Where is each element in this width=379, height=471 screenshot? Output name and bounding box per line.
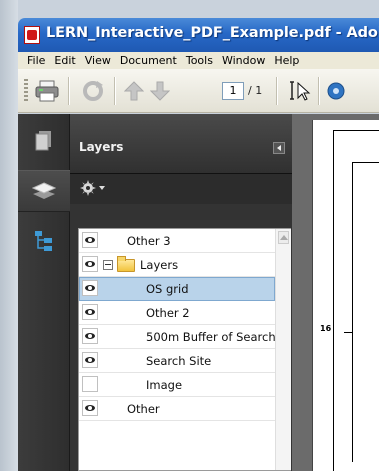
select-cursor-icon[interactable]	[288, 79, 312, 103]
layer-label: OS grid	[146, 282, 189, 296]
grid-tick-label: 16	[320, 324, 332, 333]
toolbar-separator	[276, 77, 278, 105]
toolbar-separator	[68, 77, 70, 105]
layer-row[interactable]: 500m Buffer of Search	[79, 325, 276, 349]
layer-row[interactable]: Other	[79, 397, 275, 421]
layer-label: Other 3	[127, 234, 171, 248]
options-row	[70, 174, 292, 204]
refresh-icon[interactable]	[80, 79, 106, 103]
title-bar[interactable]: LERN_Interactive_PDF_Example.pdf - Adobe…	[18, 18, 379, 52]
visibility-toggle[interactable]	[82, 304, 98, 320]
layers-panel: Layers Other 3 Layers OS grid Other 2 50…	[70, 114, 292, 471]
acrobat-window: LERN_Interactive_PDF_Example.pdf - Adobe…	[18, 18, 379, 471]
layer-label: Search Site	[146, 354, 212, 368]
menu-view[interactable]: View	[82, 54, 117, 67]
layer-label: Layers	[140, 258, 179, 272]
pages-icon	[35, 131, 51, 151]
toolbar-grip[interactable]	[24, 79, 28, 103]
layers-panel-header: Layers	[70, 114, 292, 174]
layer-group-row[interactable]: Layers	[79, 253, 275, 277]
gear-icon[interactable]	[80, 180, 96, 196]
tree-nav-button[interactable]	[18, 220, 70, 262]
visibility-toggle[interactable]	[82, 376, 98, 392]
layer-row[interactable]: Other 2	[79, 301, 275, 325]
navigation-rail	[18, 114, 70, 471]
eye-icon	[85, 309, 95, 315]
up-arrow-icon[interactable]	[124, 80, 144, 102]
layer-row-selected[interactable]: OS grid	[79, 277, 275, 301]
printer-icon[interactable]	[34, 79, 60, 103]
layer-row[interactable]: Image	[79, 373, 275, 397]
menu-window[interactable]: Window	[219, 54, 271, 67]
window-title: LERN_Interactive_PDF_Example.pdf - Adobe…	[46, 25, 379, 41]
layer-row[interactable]: Search Site	[79, 349, 275, 373]
visibility-toggle[interactable]	[82, 400, 98, 416]
page-number-input[interactable]: 1	[222, 82, 244, 100]
eye-icon	[85, 237, 95, 243]
layer-label: Image	[146, 378, 183, 392]
folder-icon	[117, 256, 135, 272]
down-arrow-icon[interactable]	[150, 80, 170, 102]
layer-row[interactable]: Other 3	[79, 229, 275, 253]
layer-label: 500m Buffer of Search	[146, 330, 276, 344]
visibility-toggle[interactable]	[82, 280, 98, 296]
pdf-page: 16	[312, 120, 379, 471]
eye-icon	[85, 405, 95, 411]
visibility-toggle[interactable]	[82, 328, 98, 344]
visibility-toggle[interactable]	[82, 256, 98, 272]
pdf-icon	[24, 26, 40, 44]
collapse-panel-button[interactable]	[273, 142, 285, 154]
visibility-toggle[interactable]	[82, 232, 98, 248]
eye-icon	[85, 333, 95, 339]
menu-document[interactable]: Document	[117, 54, 183, 67]
layers-list: Other 3 Layers OS grid Other 2 500m Buff…	[78, 228, 291, 471]
options-dropdown-icon[interactable]	[99, 186, 105, 190]
desktop-edge	[0, 0, 18, 471]
pages-nav-button[interactable]	[18, 122, 70, 164]
eye-icon	[85, 357, 95, 363]
grid-tick	[344, 332, 352, 333]
map-frame-inner	[352, 162, 379, 462]
visibility-toggle[interactable]	[82, 352, 98, 368]
layer-label: Other	[127, 402, 160, 416]
tree-icon	[35, 231, 52, 251]
panel-title: Layers	[79, 140, 124, 154]
menu-tools[interactable]: Tools	[183, 54, 219, 67]
document-area[interactable]: 16	[292, 114, 379, 471]
menu-bar: File Edit View Document Tools Window Hel…	[18, 52, 379, 69]
eye-icon	[85, 261, 95, 267]
eye-icon	[85, 285, 95, 291]
zoom-icon[interactable]	[326, 81, 346, 101]
page-total: / 1	[248, 84, 263, 97]
menu-edit[interactable]: Edit	[51, 54, 81, 67]
toolbar-separator	[318, 77, 320, 105]
layers-nav-button[interactable]	[18, 170, 70, 212]
vertical-scrollbar[interactable]	[275, 229, 291, 470]
toolbar: 1 / 1	[18, 69, 379, 113]
layers-icon	[32, 182, 56, 199]
layer-label: Other 2	[146, 306, 190, 320]
scroll-up-button[interactable]	[278, 231, 289, 244]
menu-file[interactable]: File	[24, 54, 51, 67]
menu-help[interactable]: Help	[271, 54, 305, 67]
toolbar-separator	[114, 77, 116, 105]
collapse-icon[interactable]	[103, 260, 113, 270]
